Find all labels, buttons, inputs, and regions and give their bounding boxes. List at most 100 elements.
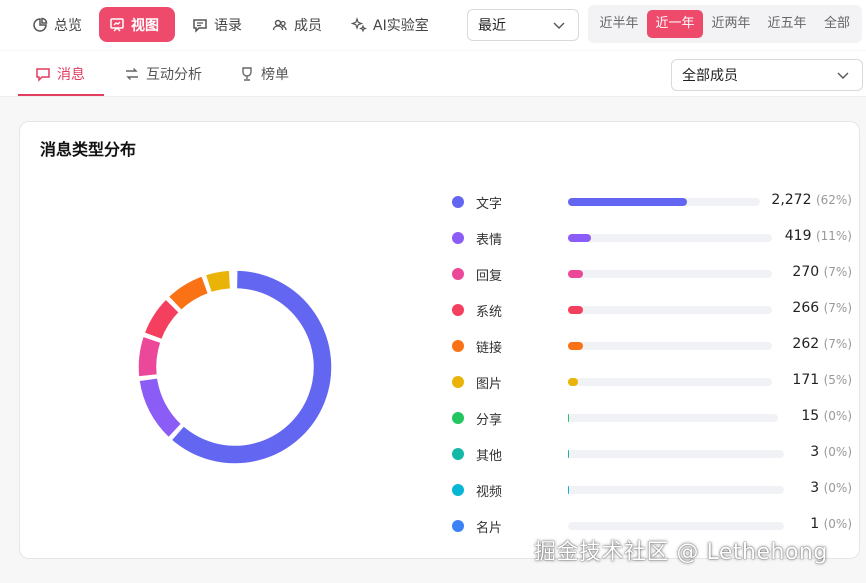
legend-label: 图片 bbox=[476, 377, 503, 392]
member-select-value: 全部成员 bbox=[682, 68, 738, 84]
range-one-year[interactable]: 近一年 bbox=[647, 10, 703, 38]
legend-dot bbox=[452, 412, 464, 424]
active-tab-indicator bbox=[18, 94, 104, 96]
donut-slice[interactable] bbox=[137, 335, 162, 378]
legend-percent: (7%) bbox=[823, 301, 852, 315]
period-select-value: 最近 bbox=[478, 18, 506, 34]
range-two-years[interactable]: 近两年 bbox=[704, 10, 758, 38]
legend-dot bbox=[452, 448, 464, 460]
message-icon bbox=[36, 67, 50, 82]
nav-quotes[interactable]: 语录 bbox=[182, 8, 252, 42]
legend-bar-track bbox=[568, 342, 772, 350]
tab-interaction[interactable]: 互动分析 bbox=[124, 51, 202, 96]
chart-pie-icon bbox=[32, 17, 48, 33]
legend-dot bbox=[452, 520, 464, 532]
legend-dot bbox=[452, 304, 464, 316]
donut-slice[interactable] bbox=[167, 275, 210, 312]
legend-label: 分享 bbox=[476, 413, 503, 428]
legend-label: 系统 bbox=[476, 305, 503, 320]
card-title: 消息类型分布 bbox=[40, 140, 137, 159]
legend-item: 名片 1 (0%) bbox=[452, 516, 852, 536]
legend-bar-fill bbox=[568, 198, 688, 206]
legend-percent: (5%) bbox=[823, 373, 852, 387]
nav-ai-lab-label: AI实验室 bbox=[373, 18, 429, 34]
message-type-card: 消息类型分布 文字 2,272 (62%) 表情 419 (11%) 回复 270 (7%… bbox=[19, 121, 860, 559]
legend-label: 回复 bbox=[476, 269, 503, 284]
legend-value: 262 (7%) bbox=[792, 336, 852, 352]
legend-count: 262 bbox=[792, 336, 820, 352]
period-select[interactable]: 最近 bbox=[467, 9, 579, 41]
nav-ai-lab[interactable]: AI实验室 bbox=[341, 8, 439, 42]
legend-count: 171 bbox=[792, 372, 820, 388]
donut-slice[interactable] bbox=[138, 376, 183, 439]
legend-value: 2,272 (62%) bbox=[771, 192, 852, 208]
nav-overview-label: 总览 bbox=[54, 18, 82, 34]
legend-bar-track bbox=[568, 198, 760, 206]
legend-value: 3 (0%) bbox=[810, 444, 852, 460]
legend-count: 266 bbox=[792, 300, 820, 316]
legend-percent: (0%) bbox=[823, 409, 852, 423]
legend-bar-fill bbox=[568, 342, 583, 350]
tab-messages-label: 消息 bbox=[57, 66, 85, 83]
legend-item: 链接 262 (7%) bbox=[452, 336, 852, 356]
legend-bar-track bbox=[568, 450, 784, 458]
legend-bar-fill bbox=[568, 378, 578, 386]
donut-slice[interactable] bbox=[204, 269, 232, 294]
legend-bar-fill bbox=[568, 270, 584, 278]
time-range-group: 近半年 近一年 近两年 近五年 全部 bbox=[588, 5, 862, 43]
nav-members[interactable]: 成员 bbox=[262, 8, 332, 42]
chevron-down-icon bbox=[553, 22, 565, 29]
legend-dot bbox=[452, 376, 464, 388]
tab-interaction-label: 互动分析 bbox=[146, 66, 202, 83]
legend-item: 系统 266 (7%) bbox=[452, 300, 852, 320]
range-half-year[interactable]: 近半年 bbox=[592, 10, 646, 38]
legend-count: 1 bbox=[810, 516, 820, 532]
legend-bar-track bbox=[568, 306, 772, 314]
legend-percent: (0%) bbox=[823, 517, 852, 531]
watermark: 掘金技术社区 @ Lethehong bbox=[534, 540, 828, 565]
tab-ranking[interactable]: 榜单 bbox=[239, 51, 289, 96]
legend-percent: (62%) bbox=[815, 193, 852, 207]
legend-value: 15 (0%) bbox=[801, 408, 852, 424]
legend-value: 270 (7%) bbox=[792, 264, 852, 280]
legend-item: 其他 3 (0%) bbox=[452, 444, 852, 464]
legend-item: 分享 15 (0%) bbox=[452, 408, 852, 428]
nav-view-label: 视图 bbox=[131, 17, 159, 34]
legend-value: 419 (11%) bbox=[785, 228, 852, 244]
tab-ranking-label: 榜单 bbox=[261, 66, 289, 83]
nav-overview[interactable]: 总览 bbox=[22, 8, 92, 42]
legend-item: 表情 419 (11%) bbox=[452, 228, 852, 248]
legend-percent: (0%) bbox=[823, 481, 852, 495]
legend-bar-track bbox=[568, 486, 784, 494]
legend-item: 回复 270 (7%) bbox=[452, 264, 852, 284]
legend-bar-track bbox=[568, 522, 784, 530]
legend-item: 视频 3 (0%) bbox=[452, 480, 852, 500]
member-select[interactable]: 全部成员 bbox=[671, 59, 863, 91]
legend-item: 文字 2,272 (62%) bbox=[452, 192, 852, 212]
legend-item: 图片 171 (5%) bbox=[452, 372, 852, 392]
legend-dot bbox=[452, 340, 464, 352]
legend-count: 2,272 bbox=[771, 192, 812, 208]
tab-messages[interactable]: 消息 bbox=[35, 51, 85, 96]
nav-view[interactable]: 视图 bbox=[99, 7, 175, 42]
legend-bar-fill bbox=[568, 414, 569, 422]
quote-bubble-icon bbox=[192, 17, 208, 33]
legend-bar-fill bbox=[568, 306, 583, 314]
range-five-years[interactable]: 近五年 bbox=[760, 10, 814, 38]
range-all[interactable]: 全部 bbox=[816, 10, 858, 38]
legend-percent: (7%) bbox=[823, 337, 852, 351]
top-navigation: 总览 视图 语录 成员 AI实验室 最近 近半年 近一年 近两年 近五年 全部 bbox=[0, 0, 866, 50]
legend-label: 表情 bbox=[476, 233, 503, 248]
members-icon bbox=[272, 17, 288, 33]
legend-dot bbox=[452, 232, 464, 244]
swap-icon bbox=[126, 67, 138, 80]
legend-label: 视频 bbox=[476, 485, 503, 500]
donut-chart bbox=[137, 269, 333, 465]
legend-value: 1 (0%) bbox=[810, 516, 852, 532]
legend-dot bbox=[452, 196, 464, 208]
donut-slice[interactable] bbox=[143, 298, 181, 341]
legend-bar-fill bbox=[568, 234, 592, 242]
legend-percent: (0%) bbox=[823, 445, 852, 459]
legend-label: 其他 bbox=[476, 449, 503, 464]
legend-bar-track bbox=[568, 378, 772, 386]
